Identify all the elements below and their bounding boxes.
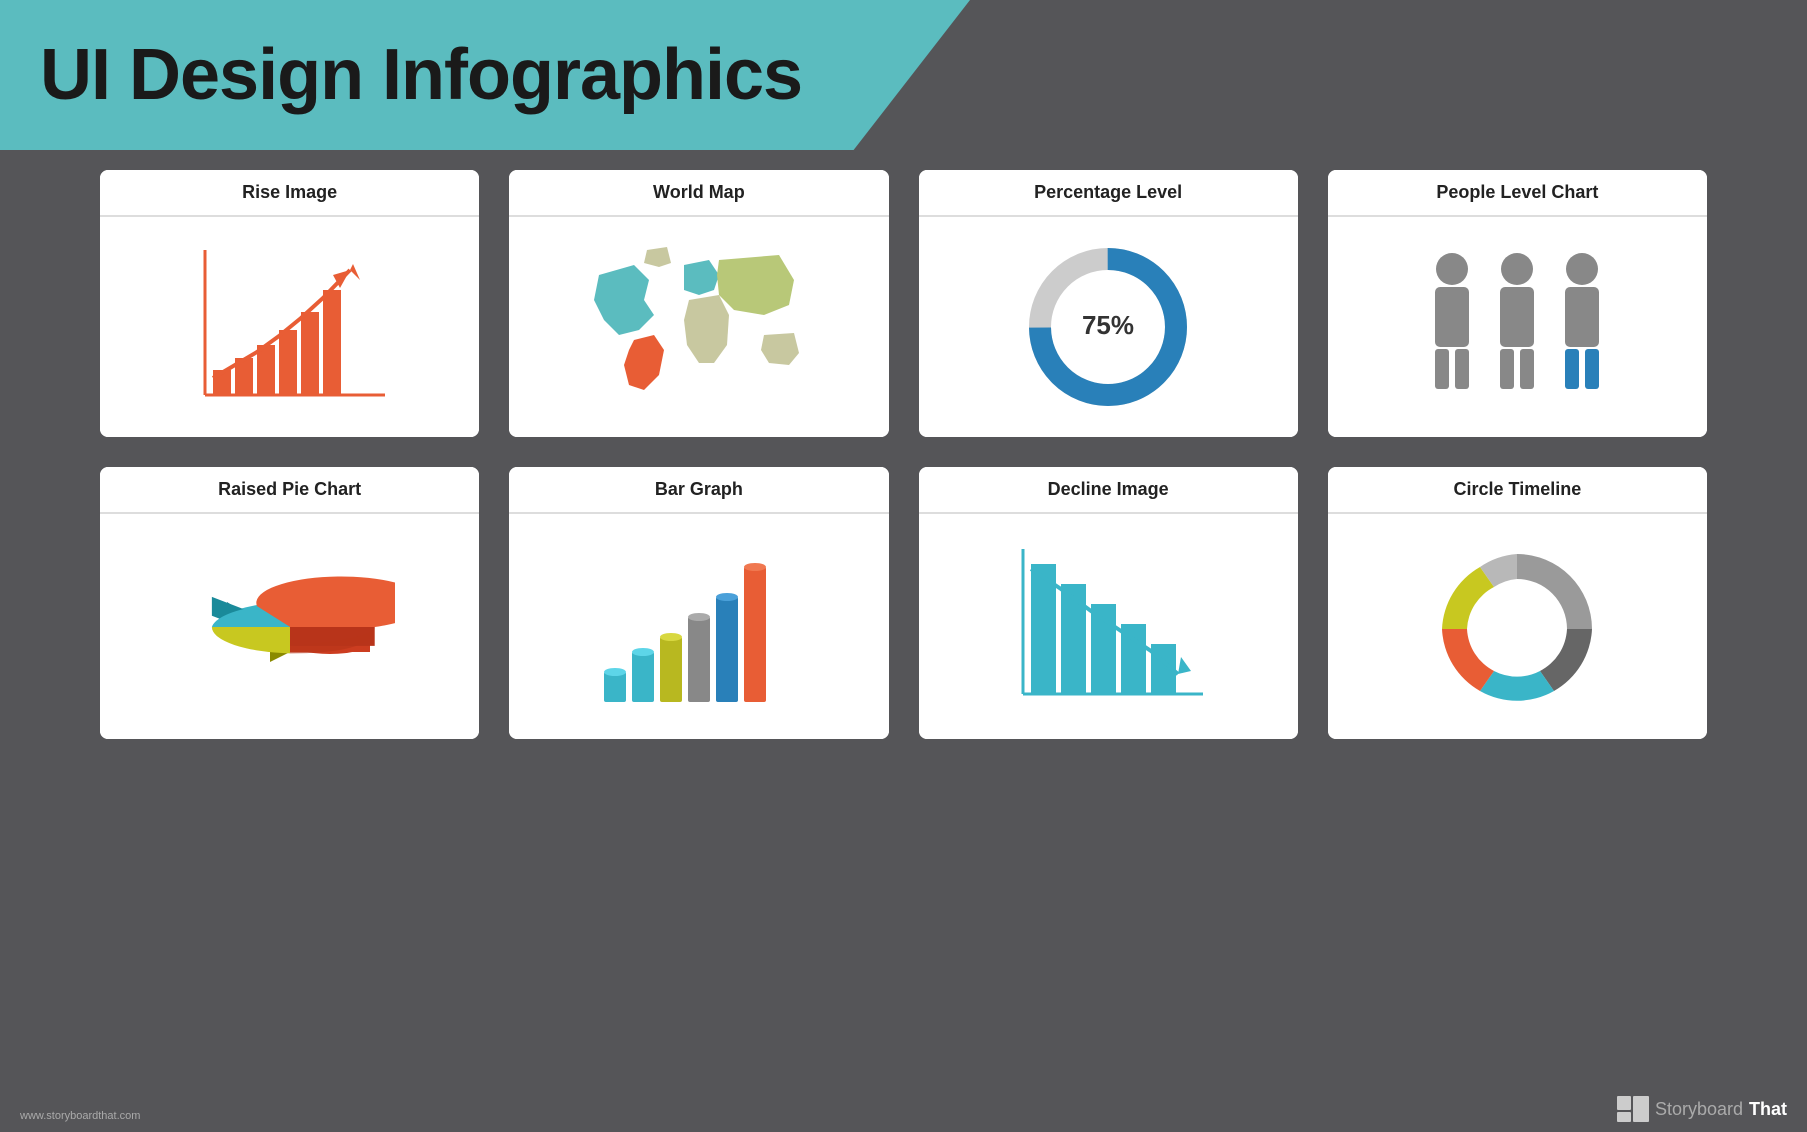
bar-graph-svg bbox=[594, 542, 804, 712]
card-title-circle-timeline: Circle Timeline bbox=[1328, 467, 1707, 514]
rise-image-svg bbox=[185, 240, 395, 415]
card-body-bar-graph bbox=[509, 514, 888, 739]
percentage-donut-svg: 75% bbox=[1023, 242, 1193, 412]
brand-storyboard: Storyboard bbox=[1655, 1099, 1743, 1120]
card-bar-graph: Bar Graph bbox=[509, 467, 888, 739]
card-world-map: World Map bbox=[509, 170, 888, 437]
brand-icon bbox=[1617, 1096, 1649, 1122]
brand-that: That bbox=[1749, 1099, 1787, 1120]
card-decline-image: Decline Image bbox=[919, 467, 1298, 739]
card-body-decline-image bbox=[919, 514, 1298, 739]
percentage-text: 75% bbox=[1082, 310, 1134, 340]
decline-svg bbox=[1003, 539, 1213, 714]
card-title-raised-pie-chart: Raised Pie Chart bbox=[100, 467, 479, 514]
world-map-svg bbox=[579, 245, 819, 410]
card-percentage-level: Percentage Level 75% bbox=[919, 170, 1298, 437]
card-body-people-level-chart bbox=[1328, 217, 1707, 437]
card-body-circle-timeline bbox=[1328, 514, 1707, 739]
card-title-rise-image: Rise Image bbox=[100, 170, 479, 217]
footer-website: www.storyboardthat.com bbox=[20, 1110, 140, 1122]
header-banner: UI Design Infographics bbox=[0, 0, 970, 150]
card-raised-pie-chart: Raised Pie Chart bbox=[100, 467, 479, 739]
card-title-percentage-level: Percentage Level bbox=[919, 170, 1298, 217]
percentage-donut-container: 75% bbox=[1023, 242, 1193, 412]
footer-website-text: www.storyboardthat.com bbox=[20, 1110, 140, 1122]
raised-pie-svg2 bbox=[185, 547, 395, 707]
card-body-world-map bbox=[509, 217, 888, 437]
footer-brand: Storyboard That bbox=[1617, 1096, 1787, 1122]
main-grid: Rise Image World Map bbox=[100, 170, 1707, 739]
card-title-bar-graph: Bar Graph bbox=[509, 467, 888, 514]
card-body-raised-pie-chart bbox=[100, 514, 479, 739]
people-svg bbox=[1407, 237, 1627, 417]
header-title: UI Design Infographics bbox=[40, 34, 802, 116]
card-rise-image: Rise Image bbox=[100, 170, 479, 437]
card-people-level-chart: People Level Chart bbox=[1328, 170, 1707, 437]
card-circle-timeline: Circle Timeline bbox=[1328, 467, 1707, 739]
card-title-world-map: World Map bbox=[509, 170, 888, 217]
card-title-people-level-chart: People Level Chart bbox=[1328, 170, 1707, 217]
card-body-percentage-level: 75% bbox=[919, 217, 1298, 437]
card-body-rise-image bbox=[100, 217, 479, 437]
circle-timeline-svg bbox=[1422, 534, 1612, 719]
card-title-decline-image: Decline Image bbox=[919, 467, 1298, 514]
